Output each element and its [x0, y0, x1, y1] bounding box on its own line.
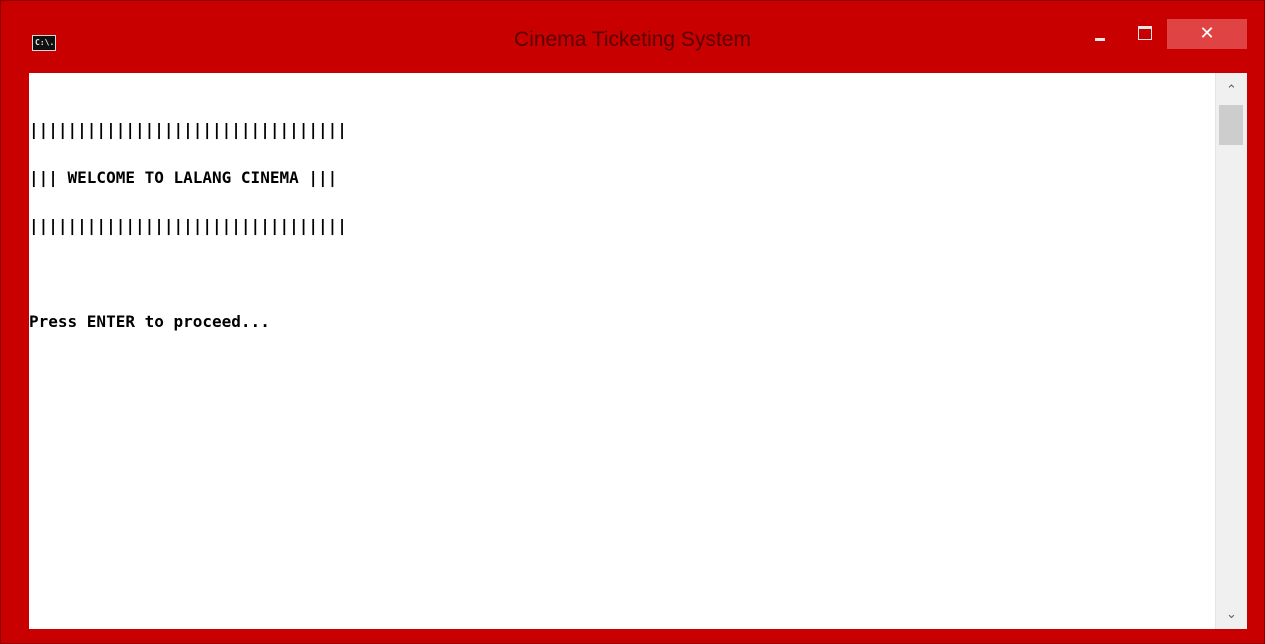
close-icon: ✕: [1199, 23, 1215, 44]
banner-top-line: |||||||||||||||||||||||||||||||||: [29, 120, 347, 139]
banner-bottom-line: |||||||||||||||||||||||||||||||||: [29, 216, 347, 235]
banner-welcome-line: ||| WELCOME TO LALANG CINEMA |||: [29, 168, 338, 187]
title-bar[interactable]: C:\. Cinema Ticketing System ✕: [1, 1, 1264, 72]
console-area[interactable]: ||||||||||||||||||||||||||||||||| ||| WE…: [29, 73, 1247, 629]
vertical-scrollbar[interactable]: ⌃ ⌄: [1215, 73, 1247, 629]
maximize-button[interactable]: [1125, 19, 1165, 49]
prompt-line: Press ENTER to proceed...: [29, 312, 270, 331]
console-output: ||||||||||||||||||||||||||||||||| ||| WE…: [29, 90, 1215, 362]
maximize-icon: [1138, 26, 1152, 40]
console-window: C:\. Cinema Ticketing System ✕ |||||||||…: [0, 0, 1265, 644]
close-button[interactable]: ✕: [1167, 19, 1247, 49]
scroll-thumb[interactable]: [1219, 105, 1243, 145]
minimize-icon: [1095, 38, 1105, 41]
scroll-up-icon[interactable]: ⌃: [1216, 77, 1247, 105]
window-title: Cinema Ticketing System: [514, 28, 751, 51]
minimize-button[interactable]: [1079, 19, 1119, 49]
scroll-down-icon[interactable]: ⌄: [1216, 601, 1247, 629]
